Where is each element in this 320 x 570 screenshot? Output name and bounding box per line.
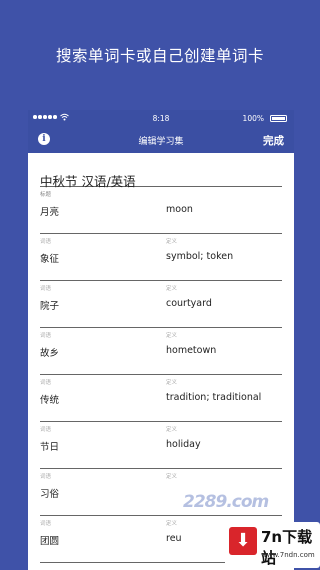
status-bar: 8:18 100% xyxy=(28,110,294,127)
card-row: 词语 定义 院子 courtyard xyxy=(40,281,282,328)
definition-input[interactable]: tradition; traditional xyxy=(166,392,261,403)
promo-headline: 搜索单词卡或自己创建单词卡 xyxy=(55,47,264,65)
card-row: 词语 定义 传统 tradition; traditional xyxy=(40,375,282,422)
definition-label: 定义 xyxy=(166,286,178,292)
term-label: 词语 xyxy=(40,286,52,292)
term-input[interactable]: 象征 xyxy=(40,251,59,265)
term-input[interactable]: 故乡 xyxy=(40,345,59,359)
download-icon: ⬇ xyxy=(229,527,257,555)
term-label: 词语 xyxy=(40,380,52,386)
term-label: 词语 xyxy=(40,521,52,527)
definition-input[interactable]: symbol; token xyxy=(166,251,233,262)
watermark-brand: 7n下载站 xyxy=(261,528,313,567)
term-input[interactable]: 院子 xyxy=(40,298,59,312)
term-input[interactable]: 习俗 xyxy=(40,486,59,500)
battery-icon xyxy=(270,115,287,122)
watermark-site: 2289.com xyxy=(183,492,269,512)
watermark-url: www.7ndn.com xyxy=(261,551,315,559)
definition-label: 定义 xyxy=(166,380,178,386)
card-row: 词语 定义 节日 holiday xyxy=(40,422,282,469)
definition-label: 定义 xyxy=(166,474,178,480)
done-button[interactable]: 完成 xyxy=(263,133,284,148)
card-row: 标题 月亮 moon xyxy=(40,187,282,234)
card-row: 词语 定义 象征 symbol; token xyxy=(40,234,282,281)
term-input[interactable]: 月亮 xyxy=(40,204,59,218)
term-label: 词语 xyxy=(40,474,52,480)
term-label: 词语 xyxy=(40,333,52,339)
term-label: 词语 xyxy=(40,427,52,433)
term-label: 词语 xyxy=(40,239,52,245)
set-title-input[interactable]: 中秋节 汉语/英语 xyxy=(40,153,282,189)
nav-bar: i 编辑学习集 完成 xyxy=(28,127,294,153)
definition-label: 定义 xyxy=(166,427,178,433)
title-field-label: 标题 xyxy=(40,192,52,198)
definition-label: 定义 xyxy=(166,333,178,339)
card-row: 词语 定义 故乡 hometown xyxy=(40,328,282,375)
term-input[interactable]: 团圆 xyxy=(40,533,59,547)
definition-label: 定义 xyxy=(166,239,178,245)
definition-label: 定义 xyxy=(166,521,178,527)
watermark-logo: ⬇ 7n下载站 www.7ndn.com xyxy=(225,522,320,568)
battery-percent: 100% xyxy=(242,114,264,123)
definition-input[interactable]: hometown xyxy=(166,345,216,356)
definition-input[interactable]: holiday xyxy=(166,439,201,450)
term-input[interactable]: 节日 xyxy=(40,439,59,453)
nav-title: 编辑学习集 xyxy=(138,137,184,147)
definition-input[interactable]: moon xyxy=(166,204,193,215)
definition-input[interactable]: courtyard xyxy=(166,298,212,309)
definition-input[interactable]: reu xyxy=(166,533,182,544)
term-input[interactable]: 传统 xyxy=(40,392,59,406)
